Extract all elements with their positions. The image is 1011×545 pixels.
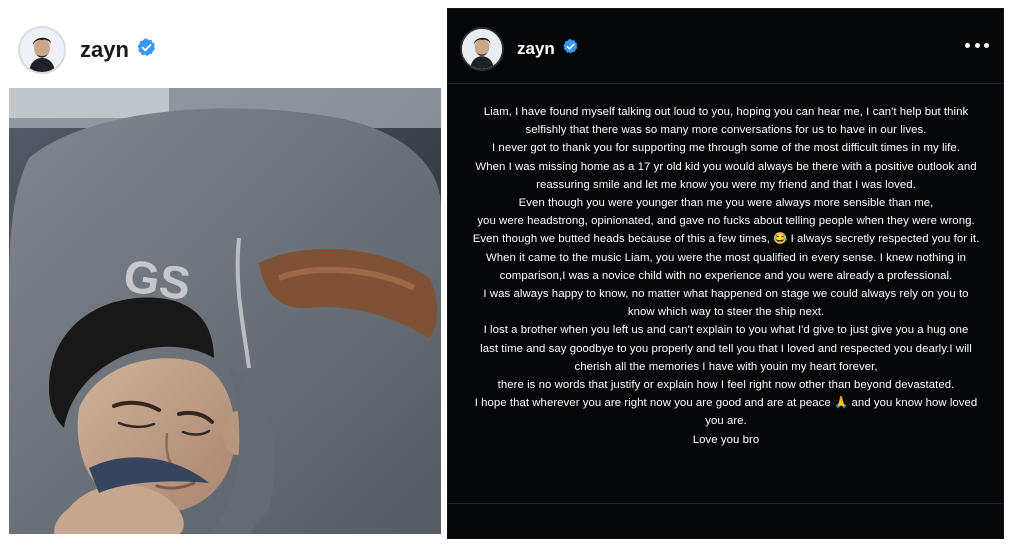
message-line: last time and say goodbye to you properl… xyxy=(480,342,972,355)
divider xyxy=(448,503,1003,504)
left-post-header: zayn xyxy=(18,24,157,76)
message-line: Even though you were younger than me you… xyxy=(518,197,934,210)
message-line: you were headstrong, opinionated, and ga… xyxy=(477,215,975,228)
message-line: know which way to steer the ship next. xyxy=(627,306,825,319)
avatar-portrait-icon xyxy=(462,29,502,69)
divider xyxy=(448,83,1003,84)
message-line: Liam, I have found myself talking out lo… xyxy=(483,106,969,118)
post-photo[interactable]: GS xyxy=(9,88,441,534)
verified-badge-icon xyxy=(136,37,157,64)
message-line: comparison,I was a novice child with no … xyxy=(499,269,953,282)
verified-badge-icon xyxy=(562,38,579,60)
message-line: cherish all the memories I have with you… xyxy=(574,360,878,373)
message-line: When it came to the music Liam, you were… xyxy=(485,251,967,264)
photo-sleeping-person: GS xyxy=(9,88,441,534)
message-line: you are. xyxy=(705,415,747,428)
right-post-header: zayn xyxy=(460,25,579,73)
right-post: zayn Liam, I have found myself talking o… xyxy=(447,8,1004,539)
right-username-text[interactable]: zayn xyxy=(517,39,555,59)
more-dot xyxy=(965,42,970,48)
more-dot xyxy=(984,42,989,48)
message-line: Love you bro xyxy=(692,433,760,446)
left-username-text[interactable]: zayn xyxy=(80,37,129,63)
more-dot xyxy=(974,42,980,48)
message-line: Even though we butted heads because of t… xyxy=(472,233,980,246)
message-line: When I was missing home as a 17 yr old k… xyxy=(475,160,977,173)
left-username[interactable]: zayn xyxy=(80,37,157,64)
left-avatar[interactable] xyxy=(18,26,66,74)
message-line: reassuring smile and let me know you wer… xyxy=(536,178,916,191)
story-message: Liam, I have found myself talking out lo… xyxy=(456,103,996,449)
right-username[interactable]: zayn xyxy=(517,38,579,60)
message-line: selfishly that there was so many more co… xyxy=(525,124,927,137)
message-line: I lost a brother when you left us and ca… xyxy=(483,324,969,337)
avatar-portrait-icon xyxy=(20,28,64,72)
more-options-button[interactable] xyxy=(965,39,989,51)
right-avatar[interactable] xyxy=(460,27,504,71)
left-post: zayn GS xyxy=(0,0,447,545)
message-line: I never got to thank you for supporting … xyxy=(492,142,960,155)
message-line: there is no words that justify or explai… xyxy=(497,379,955,392)
message-line: I was always happy to know, no matter wh… xyxy=(483,288,969,301)
message-line: I hope that wherever you are right now y… xyxy=(474,397,978,410)
